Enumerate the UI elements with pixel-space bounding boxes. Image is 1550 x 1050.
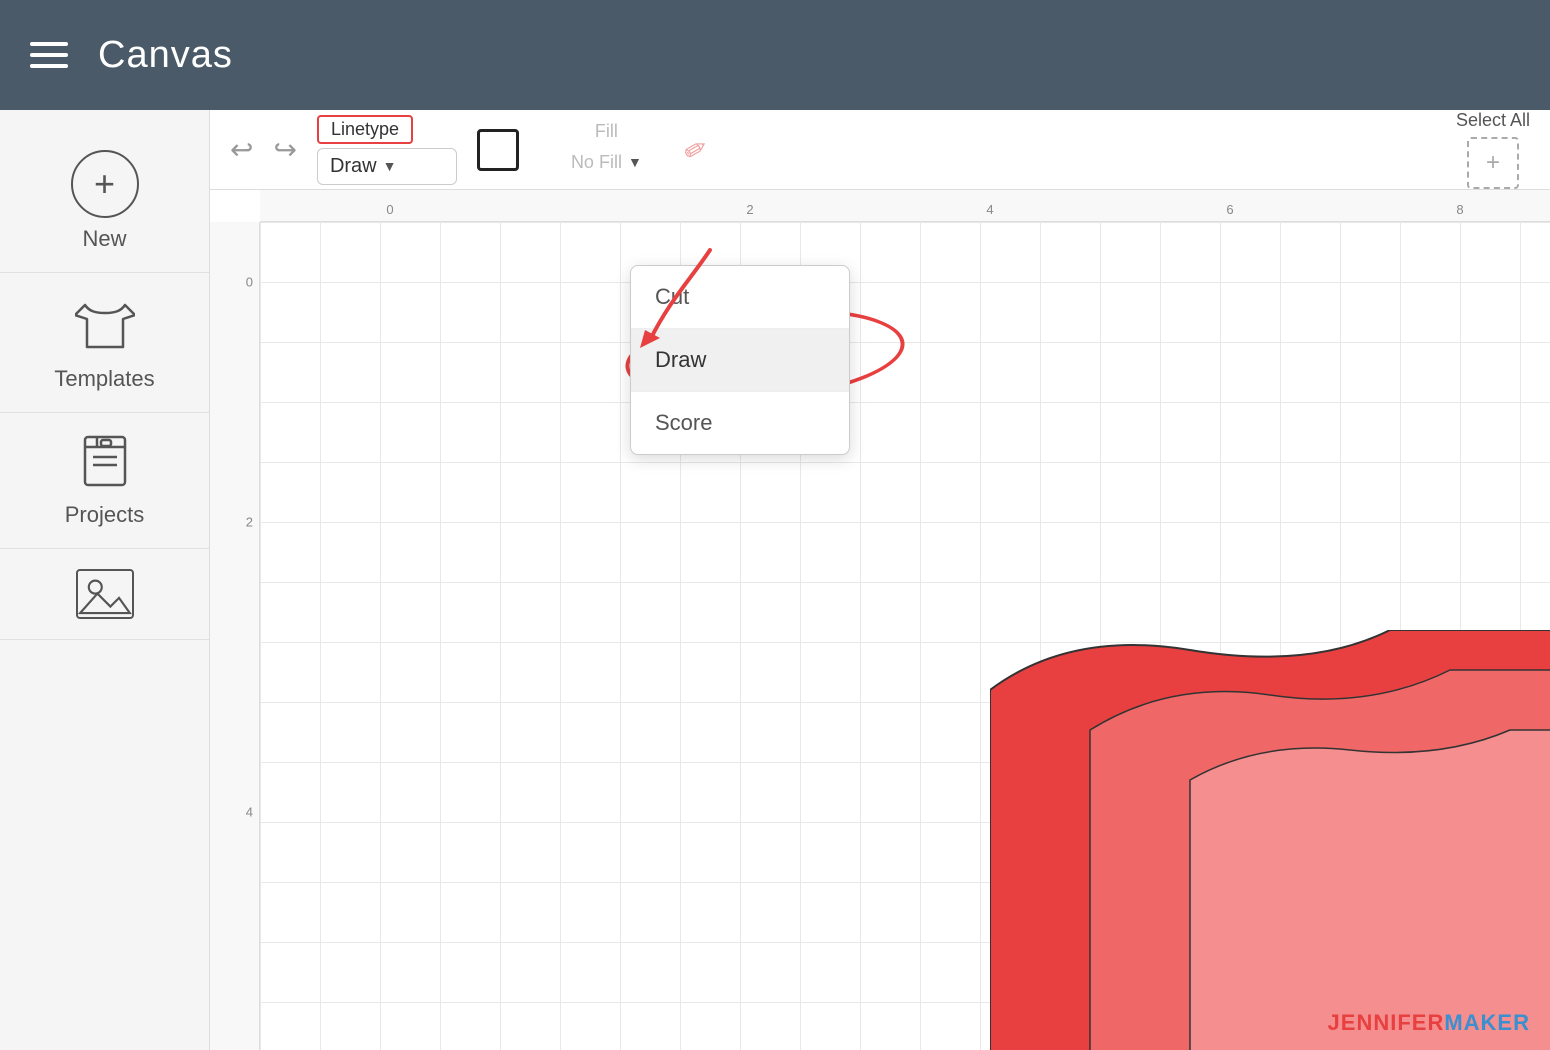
pen-icon: ✏ <box>677 129 714 169</box>
select-all-section: Select All + <box>1456 110 1530 189</box>
watermark-jennifer: JENNIFER <box>1328 1010 1445 1035</box>
color-swatch[interactable] <box>477 129 519 171</box>
toolbar: ↩ ↪ Linetype Draw ▼ Fill No Fill ▼ <box>210 110 1550 190</box>
plus-circle-icon: + <box>71 150 139 218</box>
ruler-left: 0 2 4 <box>210 222 260 1050</box>
linetype-cut-label: Cut <box>655 284 689 309</box>
page-title: Canvas <box>98 34 233 77</box>
ruler-v-2: 2 <box>246 515 253 530</box>
sidebar-label-new: New <box>82 226 126 252</box>
linetype-menu: Cut Draw Score <box>630 265 850 455</box>
ruler-mark-2: 2 <box>746 202 753 217</box>
fill-label: Fill <box>595 121 618 142</box>
linetype-option-score[interactable]: Score <box>631 392 849 454</box>
ruler-v-4: 4 <box>246 805 253 820</box>
linetype-dropdown[interactable]: Draw ▼ <box>317 148 457 185</box>
linetype-draw-label: Draw <box>655 347 706 372</box>
undo-button[interactable]: ↩ <box>230 133 253 166</box>
watermark-maker: MAKER <box>1444 1010 1530 1035</box>
linetype-option-cut[interactable]: Cut <box>631 266 849 329</box>
hamburger-line <box>30 64 68 68</box>
ruler-mark-6: 6 <box>1226 202 1233 217</box>
watermark: JENNIFERMAKER <box>1328 1010 1530 1036</box>
ruler-mark-0: 0 <box>386 202 393 217</box>
canvas-art <box>990 630 1550 1050</box>
linetype-label: Linetype <box>317 115 413 144</box>
linetype-value: Draw <box>330 155 377 178</box>
app-header: Canvas <box>0 0 1550 110</box>
ruler-top: 0 2 4 6 8 <box>260 190 1550 222</box>
grid-canvas[interactable]: 0 2 4 6 8 0 2 4 <box>210 190 1550 1050</box>
chevron-down-icon: ▼ <box>383 158 397 174</box>
redo-button[interactable]: ↪ <box>273 133 296 166</box>
hamburger-line <box>30 42 68 46</box>
images-icon <box>76 569 134 619</box>
fill-value: No Fill <box>571 152 622 173</box>
sidebar-label-projects: Projects <box>65 502 144 528</box>
linetype-score-label: Score <box>655 410 712 435</box>
canvas-area: ↩ ↪ Linetype Draw ▼ Fill No Fill ▼ <box>210 110 1550 1050</box>
sidebar-item-new[interactable]: + New <box>0 130 209 273</box>
sidebar-item-projects[interactable]: Projects <box>0 413 209 549</box>
notebook-icon <box>77 433 133 494</box>
tshirt-icon <box>75 293 135 358</box>
ruler-v-0: 0 <box>246 275 253 290</box>
sidebar: + New Templates <box>0 110 210 1050</box>
sidebar-label-templates: Templates <box>54 366 154 392</box>
select-all-label: Select All <box>1456 110 1530 131</box>
plus-icon: + <box>1486 149 1500 177</box>
ruler-mark-4: 4 <box>986 202 993 217</box>
sidebar-item-templates[interactable]: Templates <box>0 273 209 413</box>
ruler-mark-8: 8 <box>1456 202 1463 217</box>
fill-section: Fill No Fill ▼ <box>559 121 654 179</box>
hamburger-menu-button[interactable] <box>30 42 68 68</box>
linetype-option-draw[interactable]: Draw <box>631 329 849 392</box>
hamburger-line <box>30 53 68 57</box>
fill-dropdown[interactable]: No Fill ▼ <box>559 146 654 179</box>
select-all-button[interactable]: + <box>1467 137 1519 189</box>
fill-chevron-icon: ▼ <box>628 154 642 170</box>
main-layout: + New Templates <box>0 110 1550 1050</box>
linetype-container: Linetype Draw ▼ <box>317 115 457 185</box>
sidebar-item-images[interactable] <box>0 549 209 640</box>
